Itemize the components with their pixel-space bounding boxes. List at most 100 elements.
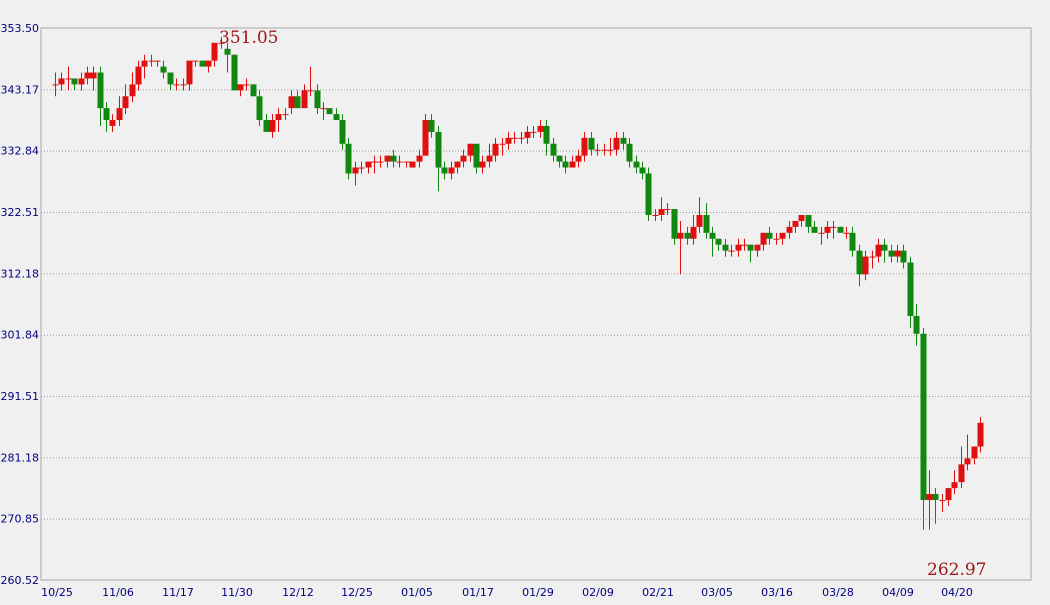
candle-body (569, 161, 576, 168)
y-tick-label: 270.85 (1, 513, 40, 526)
candle-body (588, 137, 595, 150)
candle-body (428, 120, 435, 132)
candle-body (384, 155, 391, 162)
candle-body (671, 209, 678, 239)
candle-body (677, 232, 684, 239)
candle-body (109, 120, 116, 126)
candle-body (869, 256, 876, 258)
chart-svg: 353.50 343.17 332.84 322.51 312.18 301.84 291.… (1, 22, 1032, 599)
y-axis: 353.50 343.17 332.84 322.51 312.18 301.84 291.… (1, 22, 40, 587)
candle-body (951, 482, 958, 489)
candle-body (473, 143, 480, 168)
candle-body (224, 48, 231, 55)
candle-body (396, 161, 403, 163)
candle-body (345, 143, 352, 174)
candle-body (422, 120, 429, 156)
candle-body (550, 143, 557, 156)
candle-body (958, 464, 965, 483)
candle-body (920, 333, 927, 500)
y-tick-label: 343.17 (1, 83, 40, 96)
candle-body (932, 494, 939, 500)
candle-body (186, 60, 193, 85)
candle (345, 137, 352, 180)
candle-body (173, 84, 180, 86)
candle (645, 167, 652, 221)
candle-body (460, 155, 467, 162)
candle-body (773, 238, 780, 240)
candle-body (435, 131, 442, 168)
candle-body (581, 137, 588, 156)
annotation-high: 351.05 (219, 28, 278, 48)
candle-body (964, 458, 971, 465)
candle-body (448, 167, 455, 174)
candle-body (339, 120, 346, 144)
y-tick-label: 281.18 (1, 451, 40, 464)
candle-body (479, 161, 486, 168)
candle-body (129, 84, 136, 97)
candle-body (467, 143, 474, 156)
y-tick-label: 332.84 (1, 145, 40, 158)
candle-body (499, 143, 506, 145)
candle-body (211, 42, 218, 61)
candle-body (320, 108, 327, 110)
candle-body (537, 125, 544, 132)
candle-body (888, 250, 895, 257)
candle-body (818, 232, 825, 234)
candle-body (256, 96, 263, 121)
candle-body (167, 72, 174, 85)
candle-body (607, 149, 614, 151)
candle-body (454, 161, 461, 168)
candle-body (492, 143, 499, 156)
candle-body (747, 244, 754, 251)
candle-body (231, 54, 238, 91)
candle-body (180, 84, 187, 86)
candle-body (556, 155, 563, 162)
candle-body (122, 96, 129, 109)
candle-body (830, 226, 837, 228)
candle-body (294, 96, 301, 109)
candle-body (58, 78, 65, 85)
candle-body (543, 125, 550, 144)
candle-body (84, 72, 91, 79)
candle-body (664, 209, 671, 211)
candle-body (792, 220, 799, 227)
x-tick-label: 02/09 (582, 586, 614, 599)
candle-body (390, 155, 397, 162)
candle-body (148, 60, 155, 62)
candlestick-chart: 353.50 343.17 332.84 322.51 312.18 301.84 291.… (0, 0, 1050, 600)
x-tick-label: 02/21 (642, 586, 674, 599)
candle-body (811, 226, 818, 233)
candle-body (275, 114, 282, 121)
candle-body (365, 161, 372, 168)
candle-body (103, 108, 110, 121)
candle-body (601, 149, 608, 151)
candle-body (282, 114, 289, 116)
candle-body (243, 84, 250, 86)
candle-body (907, 262, 914, 316)
candle-body (71, 78, 78, 85)
candle (326, 108, 333, 115)
candle-body (741, 244, 748, 246)
candle-body (715, 238, 722, 245)
candle-body (352, 167, 359, 174)
candle-body (709, 232, 716, 239)
candle (409, 161, 416, 168)
candle-body (263, 120, 270, 132)
candle-body (754, 244, 761, 251)
candle-body (530, 131, 537, 133)
y-tick-label: 322.51 (1, 206, 40, 219)
candle-body (524, 131, 531, 138)
candle-body (141, 60, 148, 67)
candle-body (505, 137, 512, 144)
candle-body (690, 226, 697, 239)
x-tick-label: 04/09 (882, 586, 914, 599)
x-tick-label: 11/06 (102, 586, 134, 599)
candle-body (358, 167, 365, 169)
candle-body (971, 446, 978, 459)
candle-body (626, 143, 633, 162)
candle-body (875, 244, 882, 257)
candle-body (760, 232, 767, 245)
y-tick-label: 301.84 (1, 329, 40, 342)
candle-body (250, 84, 257, 97)
y-tick-label: 353.50 (1, 22, 40, 35)
